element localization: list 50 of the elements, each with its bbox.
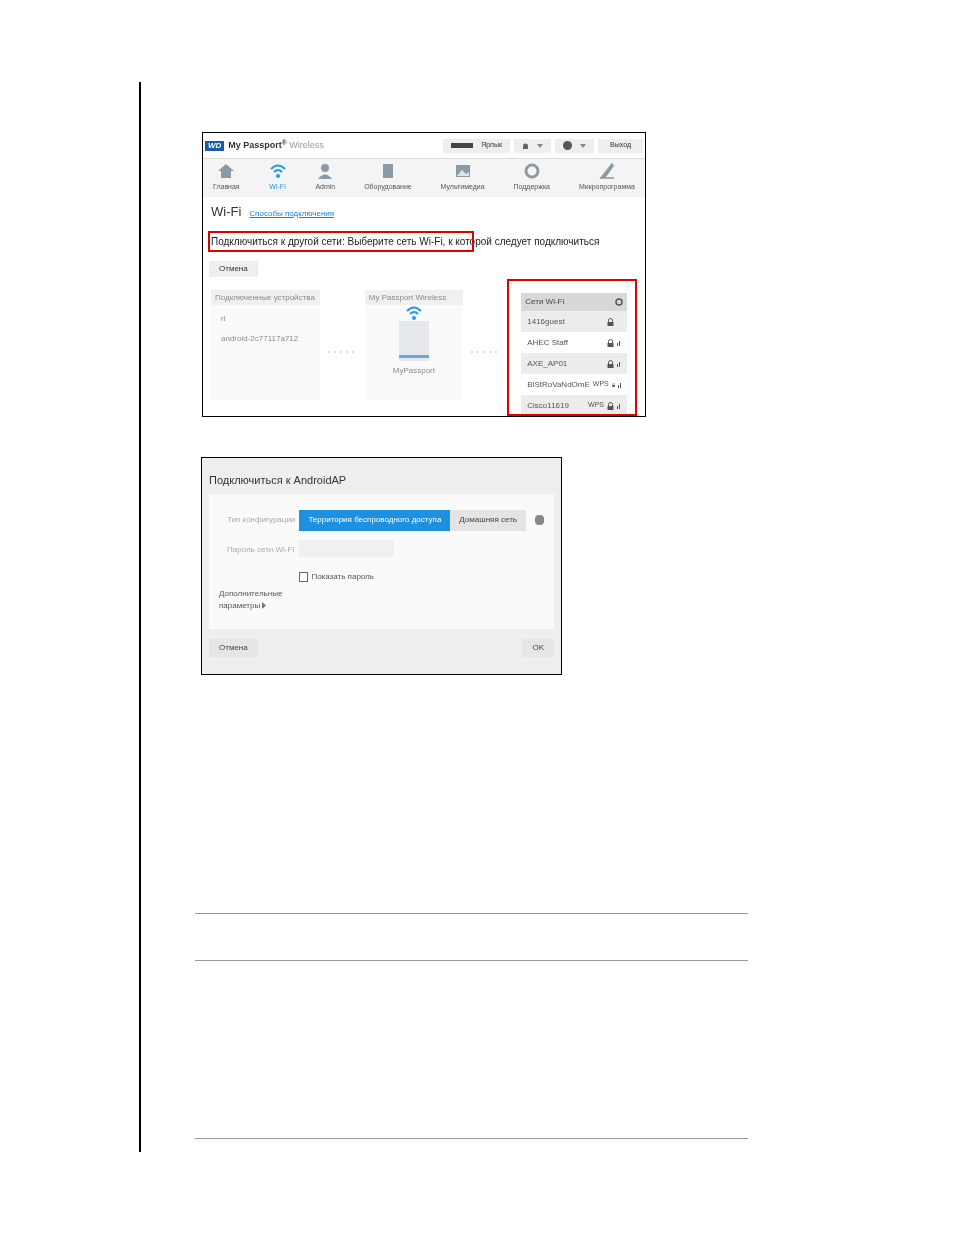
caret-icon (537, 143, 544, 148)
product-name: My Passport$^{®}$ Wireless (228, 138, 324, 152)
lock-icon (607, 338, 614, 347)
connection-methods-link[interactable]: Способы подключения (249, 207, 335, 220)
lock-icon (607, 317, 614, 326)
signal-icon (617, 402, 620, 409)
logo: WD (205, 140, 225, 151)
help-icon (563, 141, 573, 151)
bell-icon (522, 141, 530, 150)
signal-icon (617, 339, 620, 346)
advanced-toggle[interactable]: Дополнительные параметры (219, 587, 300, 612)
user-icon (316, 163, 335, 179)
house-icon (217, 163, 236, 179)
network-item[interactable]: AXE_AP01 (521, 353, 627, 374)
dotted-connector (328, 350, 357, 354)
cancel-button[interactable]: Отмена (209, 638, 258, 657)
wifi-icon (268, 163, 287, 179)
lock-icon (611, 380, 615, 389)
notifications-button[interactable] (514, 138, 552, 153)
dotted-connector (470, 350, 500, 354)
image-icon (453, 163, 472, 179)
field-label: Пароль сети Wi-Fi (226, 543, 296, 556)
segment-tab[interactable]: Домашняя сеть (450, 509, 526, 531)
lock-icon (607, 401, 614, 410)
ok-button[interactable]: OK (522, 638, 554, 657)
help-button[interactable] (555, 138, 595, 153)
device-item: ri (220, 313, 227, 325)
panel-header: Сети Wi-Fi (521, 293, 627, 311)
page-title: Wi-Fi (211, 202, 242, 221)
network-item[interactable]: 1416guest (521, 311, 627, 332)
panel-header: My Passport Wireless (364, 290, 463, 305)
refresh-icon (615, 298, 623, 306)
lock-icon (607, 359, 614, 368)
wifi-icon (404, 305, 423, 321)
drive-icon (398, 321, 429, 361)
caret-icon (580, 143, 587, 148)
device-label: MyPassport (392, 365, 435, 377)
panel-header: Подключенные устройства (211, 290, 321, 305)
info-icon (535, 515, 544, 525)
show-password-checkbox[interactable]: Показать пароль (299, 570, 544, 583)
triangle-icon (262, 601, 267, 609)
signal-icon (618, 381, 621, 388)
pen-icon (597, 163, 616, 179)
dialog-title: Подключиться к AndroidAP (209, 473, 348, 488)
drive-icon (451, 143, 474, 149)
device-item: android-2c77117a712 (220, 333, 300, 345)
lifebuoy-icon (522, 163, 541, 179)
field-label: Тип конфигурации (226, 513, 297, 526)
signal-icon (617, 360, 620, 367)
cancel-button[interactable]: Отмена (209, 261, 258, 277)
